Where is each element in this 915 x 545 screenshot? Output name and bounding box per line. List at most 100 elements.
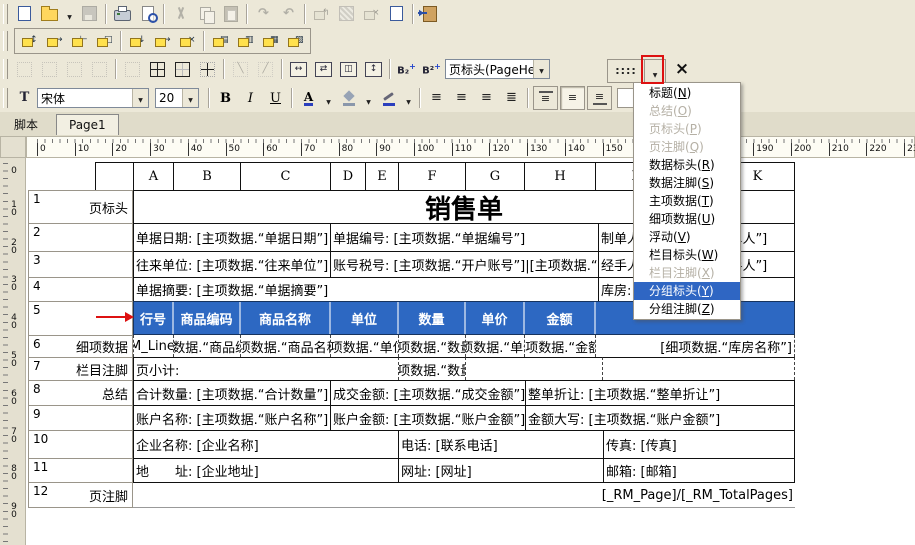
column-header-cell[interactable]: H [524, 162, 595, 190]
table-cell[interactable]: 金额 [524, 301, 595, 335]
table-cell[interactable]: 单据日期: [主项数据.“单据日期”] [133, 223, 330, 251]
print-button[interactable] [111, 3, 134, 25]
menu-item-detail-data[interactable]: 细项数据(U) [634, 210, 740, 228]
tab-script[interactable]: 脚本 [2, 114, 50, 134]
table-cell[interactable]: [细项数据.“数量”] [398, 357, 465, 380]
border-outer-button[interactable] [171, 58, 194, 80]
print-preview-button[interactable] [136, 3, 159, 25]
table-cell[interactable]: 账户金额: [主项数据.“账户金额”] [330, 405, 525, 430]
table-cell[interactable]: 页小计: [133, 357, 398, 380]
table-cell[interactable]: 单价 [465, 301, 524, 335]
table-cell[interactable]: [细项数据.“商品编码”] [173, 335, 240, 357]
same-width-button[interactable]: ↔ [287, 58, 310, 80]
font-name-combo[interactable]: 宋体 [37, 88, 149, 108]
table-cell[interactable] [602, 357, 795, 380]
split-down-button[interactable]: ↓ [126, 30, 149, 52]
align-right-button[interactable]: ≡ [475, 87, 498, 109]
valign-top-button[interactable]: ≡ [533, 86, 558, 110]
valign-middle-button[interactable]: ≡ [560, 86, 585, 110]
font-size-dropdown-icon[interactable] [182, 89, 198, 107]
border-all-button[interactable] [146, 58, 169, 80]
align-center-button[interactable]: ≡ [450, 87, 473, 109]
underline-button[interactable]: U [264, 87, 287, 109]
toolbar-grip[interactable] [3, 4, 8, 24]
row-band-label-12[interactable]: 12页注脚 [28, 482, 133, 508]
column-header-cell[interactable]: A [133, 162, 173, 190]
menu-item-float[interactable]: 浮动(V) [634, 228, 740, 246]
table-cell[interactable]: [细项数据.“库房名称”] [595, 335, 795, 357]
table-cell[interactable]: 数量 [398, 301, 465, 335]
border-inner-button[interactable] [196, 58, 219, 80]
table-cell[interactable]: [_RM_LineNo] [133, 335, 173, 357]
table-cell[interactable]: 往来单位: [主项数据.“往来单位”] [133, 251, 330, 277]
row-band-label-2[interactable]: 2 [28, 223, 133, 251]
table-cell[interactable]: 单据摘要: [主项数据.“单据摘要”] [133, 277, 598, 301]
table-cell[interactable]: [细项数据.“金额”] [524, 335, 595, 357]
menu-item-data-footer[interactable]: 数据注脚(S) [634, 174, 740, 192]
fill-color-button[interactable] [337, 87, 360, 109]
table-cell[interactable]: [细项数据.“单价”] [465, 335, 524, 357]
table-cell[interactable]: 商品编码 [173, 301, 240, 335]
column-header-cell[interactable]: G [465, 162, 524, 190]
table-cell[interactable]: 单据编号: [主项数据.“单据编号”] [330, 223, 598, 251]
same-height-button[interactable]: ⇄ [312, 58, 335, 80]
insert-left-button[interactable]: ⊢ [68, 30, 91, 52]
cell-tool-2-button[interactable]: B² [420, 58, 443, 80]
column-header-cell[interactable]: F [398, 162, 465, 190]
table-cell[interactable]: 邮箱: [邮箱] [603, 458, 795, 482]
merge-cells-button[interactable]: □ [93, 30, 116, 52]
line-color-dropdown-button[interactable] [402, 87, 415, 109]
blank-page-button[interactable] [385, 3, 408, 25]
toolbar-grip[interactable] [3, 31, 8, 51]
split-cell-vertical-button[interactable]: ↕ [18, 30, 41, 52]
table-cell[interactable]: 企业名称: [企业名称] [133, 430, 398, 458]
open-button[interactable] [38, 3, 61, 25]
column-header-cell[interactable] [95, 162, 133, 190]
table-cell[interactable]: 账户名称: [主项数据.“账户名称”] [133, 405, 330, 430]
cell-tool-1-button[interactable]: B₂ [395, 58, 418, 80]
tab-page1[interactable]: Page1 [56, 114, 119, 135]
row-band-label-3[interactable]: 3 [28, 251, 133, 277]
row-band-label-7[interactable]: 7栏目注脚 [28, 357, 133, 380]
delete-band-button[interactable]: × [668, 58, 696, 80]
italic-button[interactable]: I [239, 87, 262, 109]
align-justify-button[interactable]: ≣ [500, 87, 523, 109]
column-header-cell[interactable]: B [173, 162, 240, 190]
table-cell[interactable]: 行号 [133, 301, 173, 335]
row-band-label-10[interactable]: 10 [28, 430, 133, 458]
line-color-button[interactable] [377, 87, 400, 109]
merge-left-button[interactable]: → [43, 30, 66, 52]
exit-button[interactable] [418, 3, 441, 25]
menu-item-data-header[interactable]: 数据标头(R) [634, 156, 740, 174]
table-cell[interactable]: [_RM_Page]/[_RM_TotalPages] [133, 482, 795, 508]
table-cell[interactable]: 合计数量: [主项数据.“合计数量”] [133, 380, 330, 405]
column-header-cell[interactable]: D [330, 162, 365, 190]
column-header-cell[interactable]: E [365, 162, 398, 190]
toolbar-grip[interactable] [3, 59, 8, 79]
font-color-dropdown-button[interactable] [322, 87, 335, 109]
row-band-label-5[interactable]: 5 [28, 301, 133, 335]
fit-width-button[interactable]: ◫ [337, 58, 360, 80]
table-cell[interactable]: 传真: [传真] [603, 430, 795, 458]
band-selector-combo[interactable]: 页标头(PageHeader1) [445, 59, 550, 79]
column-header-cell[interactable]: C [240, 162, 330, 190]
valign-bottom-button[interactable]: ≡ [587, 86, 612, 110]
new-document-button[interactable] [13, 3, 36, 25]
delete-cell-button[interactable]: × [176, 30, 199, 52]
font-name-dropdown-icon[interactable] [132, 89, 148, 107]
insert-band-dropdown-button[interactable] [644, 59, 666, 83]
row-band-label-6[interactable]: 6细项数据 [28, 335, 133, 357]
table-cell[interactable]: 整单折让: [主项数据.“整单折让”] [525, 380, 795, 405]
table-cell[interactable]: [细项数据.“商品名称”] [240, 335, 330, 357]
align-left-button[interactable]: ≡ [425, 87, 448, 109]
menu-item-master-data[interactable]: 主项数据(T) [634, 192, 740, 210]
table-cell[interactable]: 单位 [330, 301, 398, 335]
band-view-4-button[interactable]: ▧ [284, 30, 307, 52]
menu-item-group-header[interactable]: 分组标头(Y) [634, 282, 740, 300]
font-color-button[interactable]: A [297, 87, 320, 109]
bold-button[interactable]: B [214, 87, 237, 109]
menu-item-group-footer[interactable]: 分组注脚(Z) [634, 300, 740, 318]
table-cell[interactable]: [细项数据.“单位”] [330, 335, 398, 357]
font-size-combo[interactable]: 20 [155, 88, 199, 108]
toolbar-grip[interactable] [3, 88, 8, 108]
